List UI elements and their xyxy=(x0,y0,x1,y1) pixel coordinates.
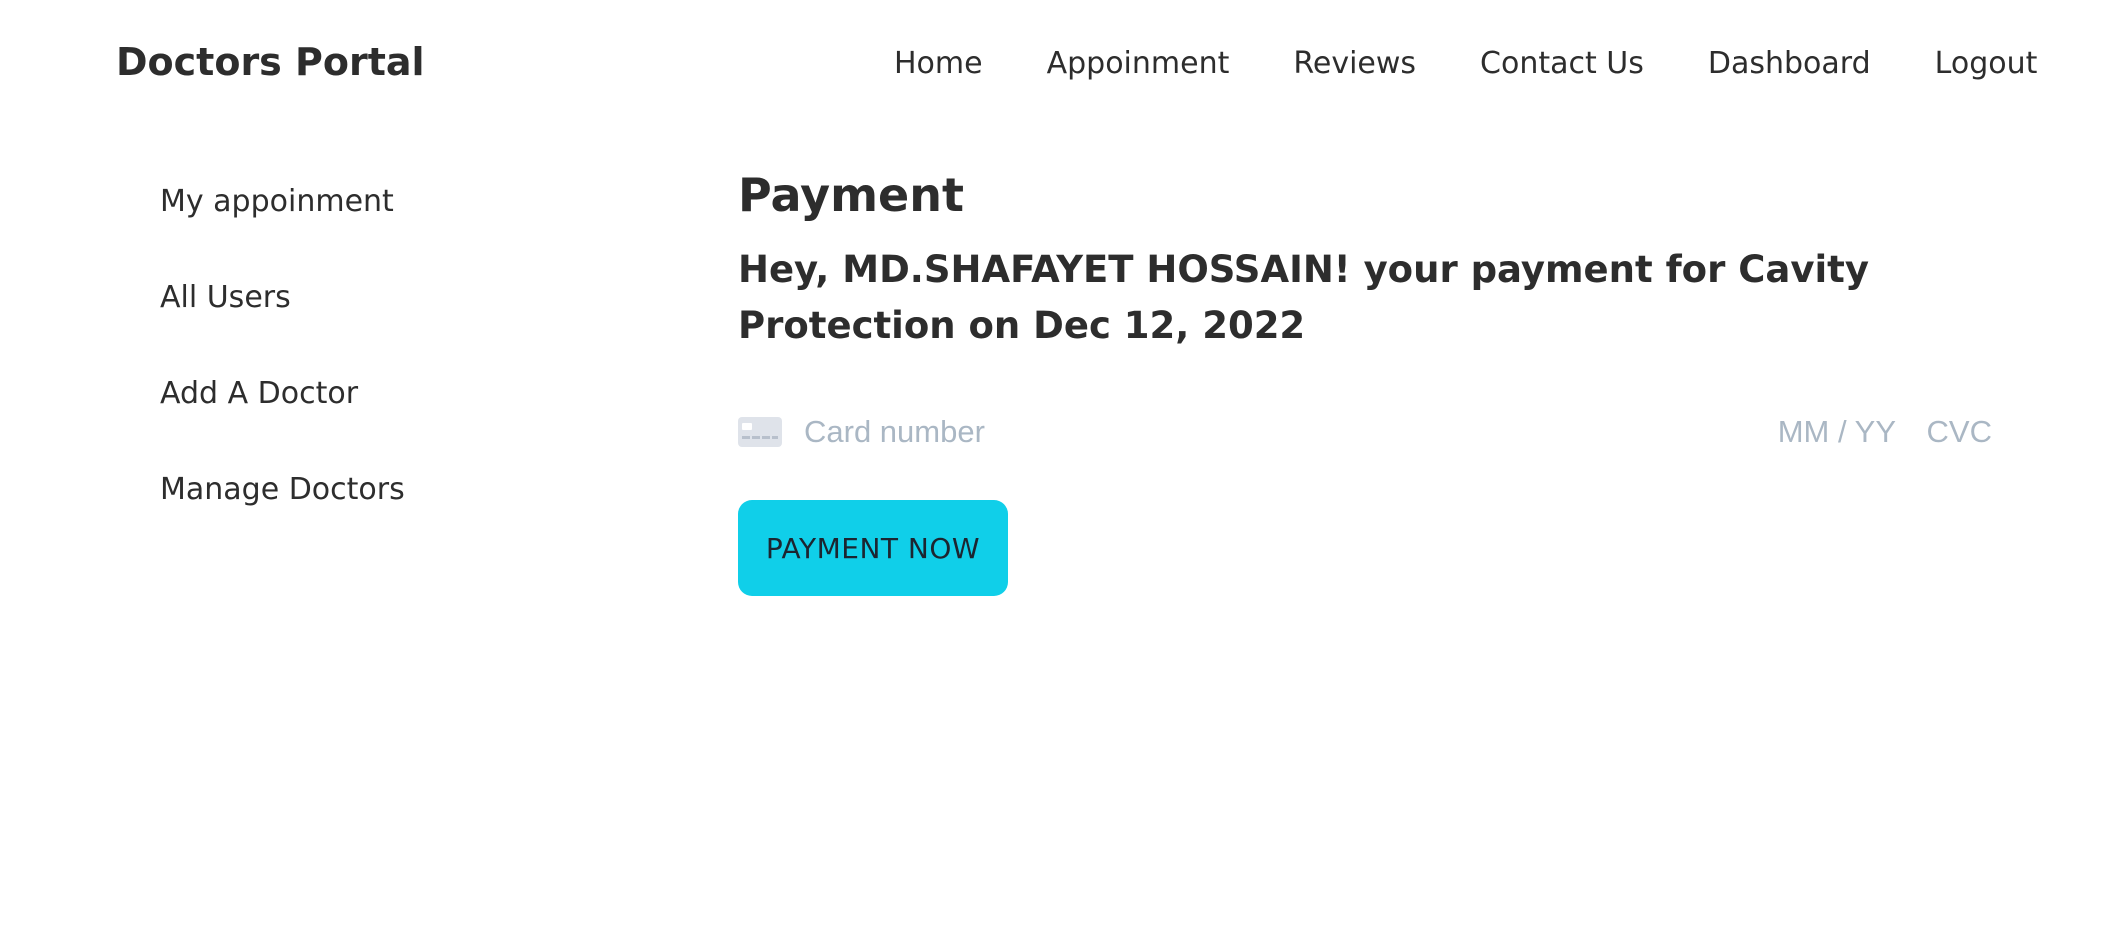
nav-link-reviews[interactable]: Reviews xyxy=(1261,46,1448,81)
nav-link-logout[interactable]: Logout xyxy=(1903,46,2070,81)
page-title: Payment xyxy=(738,168,964,222)
credit-card-icon xyxy=(738,417,782,447)
nav-link-dashboard[interactable]: Dashboard xyxy=(1676,46,1903,81)
nav-links: Home Appoinment Reviews Contact Us Dashb… xyxy=(862,46,2069,81)
payment-section: Payment Hey, MD.SHAFAYET HOSSAIN! your p… xyxy=(738,166,2008,596)
payment-greeting: Hey, MD.SHAFAYET HOSSAIN! your payment f… xyxy=(738,248,1869,347)
card-element[interactable] xyxy=(738,406,1994,458)
sidebar: My appoinment All Users Add A Doctor Man… xyxy=(130,178,570,562)
brand-logo[interactable]: Doctors Portal xyxy=(116,40,425,84)
navbar: Doctors Portal Home Appoinment Reviews C… xyxy=(0,0,2106,132)
sidebar-item-manage-doctors[interactable]: Manage Doctors xyxy=(130,466,570,514)
nav-link-appointment[interactable]: Appoinment xyxy=(1015,46,1262,81)
nav-link-home[interactable]: Home xyxy=(862,46,1015,81)
nav-link-contact-us[interactable]: Contact Us xyxy=(1448,46,1676,81)
sidebar-item-my-appointment[interactable]: My appoinment xyxy=(130,178,570,226)
card-expiry-input[interactable] xyxy=(1758,413,1898,451)
sidebar-item-add-doctor[interactable]: Add A Doctor xyxy=(130,370,570,418)
card-cvc-input[interactable] xyxy=(1914,413,1994,451)
card-number-input[interactable] xyxy=(802,413,1402,451)
sidebar-item-all-users[interactable]: All Users xyxy=(130,274,570,322)
payment-now-button[interactable]: PAYMENT NOW xyxy=(738,500,1008,596)
